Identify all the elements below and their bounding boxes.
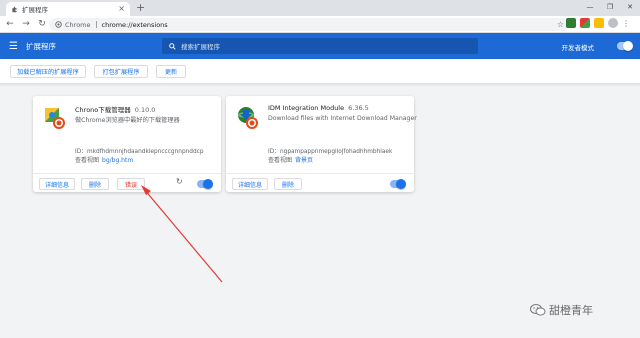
inspect-view-link[interactable]: bg/bg.htm <box>102 157 133 164</box>
load-unpacked-button[interactable]: 加载已解压的扩展程序 <box>10 65 86 78</box>
extension-card: IDM Integration Module 6.36.5 Download fi… <box>226 96 417 192</box>
extension-id: ID：ngpampappnmepgilojfohadhhmbhlaek <box>268 149 393 155</box>
extension-card: Chrono下载管理器 0.10.0 做Chrome浏览器中最好的下载管理器 ID… <box>33 96 221 192</box>
dev-mode-label: 开发者模式 <box>561 44 595 52</box>
remove-button[interactable]: 删除 <box>274 178 302 190</box>
close-tab-icon[interactable]: × <box>118 5 125 13</box>
extension-name: Chrono下载管理器 <box>75 106 131 114</box>
search-input[interactable]: 搜索扩展程序 <box>162 38 478 54</box>
extension-name-row: IDM Integration Module 6.36.5 <box>268 104 369 112</box>
extension-version: 6.36.5 <box>348 104 369 112</box>
inspect-views-label: 查看视图 <box>268 157 293 164</box>
bookmark-star-icon[interactable]: ☆ <box>557 20 564 29</box>
watermark: 甜橙青年 <box>530 302 593 318</box>
extension-grid-icon[interactable] <box>594 18 604 28</box>
extensions-header: ☰ 扩展程序 搜索扩展程序 开发者模式 <box>0 33 640 59</box>
close-window-icon[interactable]: ✕ <box>620 0 640 14</box>
page-title: 扩展程序 <box>25 41 56 51</box>
watermark-text: 甜橙青年 <box>549 304 593 317</box>
tab-extensions[interactable]: 扩展程序 × <box>6 2 130 16</box>
extension-version: 0.10.0 <box>134 106 156 114</box>
enable-toggle[interactable] <box>197 179 213 189</box>
extension-icons: ⋮ <box>566 18 630 28</box>
address-bar[interactable]: Chrome chrome://extensions ☆ <box>49 18 569 31</box>
details-button[interactable]: 详细信息 <box>39 178 75 190</box>
reload-extension-icon[interactable]: ↻ <box>176 177 183 186</box>
developer-actions-bar: 加载已解压的扩展程序 打包扩展程序 更新 <box>0 59 640 84</box>
update-button[interactable]: 更新 <box>156 65 186 78</box>
inspect-views: 查看视图 背景页 <box>268 155 313 164</box>
card-footer: 详细信息 删除 错误 ↻ <box>33 173 221 192</box>
tab-strip: 扩展程序 × + — ❐ ✕ <box>0 0 640 16</box>
omnibox-separator <box>95 21 97 28</box>
wechat-icon <box>530 304 546 316</box>
idm-extension-icon[interactable] <box>566 18 576 28</box>
restore-icon[interactable]: ❐ <box>600 0 620 14</box>
url-text: chrome://extensions <box>101 20 168 29</box>
search-icon <box>169 42 176 50</box>
extension-description: Download files with Internet Download Ma… <box>268 115 417 122</box>
hamburger-menu-icon[interactable]: ☰ <box>9 41 18 52</box>
inspect-views-label: 查看视图 <box>75 157 100 164</box>
pack-extension-button[interactable]: 打包扩展程序 <box>94 65 148 78</box>
profile-avatar[interactable] <box>608 18 618 28</box>
search-placeholder: 搜索扩展程序 <box>181 43 220 51</box>
extension-name: IDM Integration Module <box>268 104 345 112</box>
browser-toolbar: ← → ↻ Chrome chrome://extensions ☆ ⋮ <box>0 16 640 33</box>
chrome-icon <box>55 21 62 28</box>
errors-button[interactable]: 错误 <box>117 178 145 190</box>
minimize-icon[interactable]: — <box>580 0 600 14</box>
extension-description: 做Chrome浏览器中最好的下载管理器 <box>75 117 180 124</box>
window-controls: — ❐ ✕ <box>580 0 640 16</box>
scheme-label: Chrome <box>65 20 91 29</box>
inspect-view-link[interactable]: 背景页 <box>295 157 313 164</box>
remove-button[interactable]: 删除 <box>81 178 109 190</box>
details-button[interactable]: 详细信息 <box>232 178 268 190</box>
extension-id: ID：mkdfhdmnnjhdaandklepncccgnnpnddcp <box>75 149 204 155</box>
inspect-views: 查看视图 bg/bg.htm <box>75 155 133 164</box>
back-icon[interactable]: ← <box>4 18 16 30</box>
site-info-chip[interactable]: Chrome <box>55 21 91 29</box>
reload-icon[interactable]: ↻ <box>36 18 48 30</box>
puzzle-icon <box>11 6 18 13</box>
tab-title: 扩展程序 <box>22 6 48 14</box>
chrono-extension-icon[interactable] <box>580 18 590 28</box>
dev-mode-toggle[interactable] <box>617 41 633 51</box>
card-footer: 详细信息 删除 <box>226 173 414 192</box>
new-tab-button[interactable]: + <box>136 2 145 14</box>
enable-toggle[interactable] <box>390 179 406 189</box>
chrono-logo-icon <box>43 106 67 130</box>
extension-name-row: Chrono下载管理器 0.10.0 <box>75 104 155 114</box>
forward-icon[interactable]: → <box>20 18 32 30</box>
idm-logo-icon <box>236 106 260 130</box>
menu-dots-icon[interactable]: ⋮ <box>622 19 630 28</box>
